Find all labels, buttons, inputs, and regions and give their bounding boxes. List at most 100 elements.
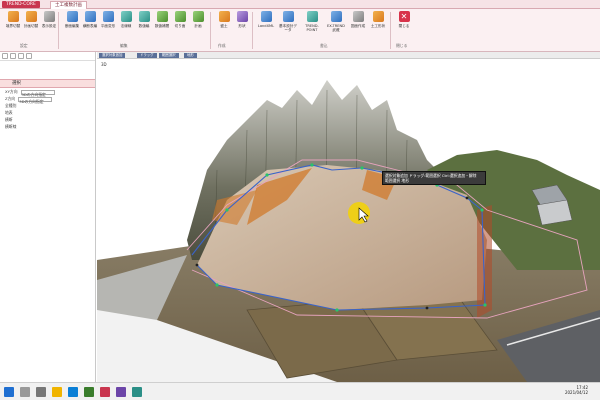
ribbon-toolbar: 境界切替 計画切替 表示設定 断面編集 横断表編 平面変形 法線線 数値編 数値補間 切り面 計画 盛… xyxy=(0,9,600,52)
ribbon-button-label: 表示設定 xyxy=(41,24,57,28)
design-data-icon xyxy=(282,11,294,22)
ribbon-button-label: 盛土 xyxy=(220,24,228,28)
panel-row[interactable]: XY方向 3Dの方向指定 xyxy=(0,88,95,97)
boundary-icon xyxy=(7,11,19,22)
panel-header: 選択 xyxy=(0,79,95,88)
lasso-tool-icon[interactable] xyxy=(18,53,24,59)
shape-button[interactable]: 形状 xyxy=(232,11,252,42)
earthwork-button[interactable]: 土工形状 xyxy=(368,11,388,42)
task-view-icon[interactable] xyxy=(36,387,46,397)
search-icon[interactable] xyxy=(20,387,30,397)
ribbon-button-label: 計画切替 xyxy=(23,24,39,28)
close-button[interactable]: ✕ 閉じる xyxy=(394,11,414,42)
ribbon-button-label: 閉じる xyxy=(398,24,410,28)
ribbon-button-label: 数値補間 xyxy=(154,24,170,28)
drawing-icon xyxy=(352,11,364,22)
display-settings-icon xyxy=(43,11,55,22)
windows-taskbar: 17:42 2021/04/12 xyxy=(0,382,600,400)
app-icon[interactable] xyxy=(84,387,94,397)
ribbon-button-label: 計画 xyxy=(194,24,202,28)
panel-row[interactable]: 横断 xyxy=(0,116,95,123)
view-mode-label: 3D xyxy=(101,62,107,67)
panel-row-select[interactable]: 3Dの方向指定 xyxy=(20,89,55,97)
numeric-edit-icon xyxy=(138,11,150,22)
cut-surface-button[interactable]: 切り面 xyxy=(170,11,190,42)
interpolation-icon xyxy=(156,11,168,22)
tab-earthwork[interactable]: 土工複数計画 xyxy=(50,1,87,9)
ribbon-button-label: TREND-POINT xyxy=(305,24,319,32)
plan-button[interactable]: 計画 xyxy=(188,11,208,42)
ribbon-tab-strip: TREND-CORE 土工複数計画 xyxy=(0,0,600,9)
ribbon-separator xyxy=(58,12,59,49)
display-settings-button[interactable]: 表示設定 xyxy=(39,11,59,42)
normal-line-button[interactable]: 法線線 xyxy=(116,11,136,42)
ex-trend-button[interactable]: EX-TREND武蔵 xyxy=(326,11,346,42)
line-tool-icon[interactable] xyxy=(26,53,32,59)
pointer-tool-icon[interactable] xyxy=(2,53,8,59)
ribbon-separator xyxy=(252,12,253,49)
close-icon: ✕ xyxy=(398,11,410,22)
design-data-button[interactable]: 基本設計データ xyxy=(278,11,298,42)
ribbon-group-label: 編集 xyxy=(120,43,128,48)
panel-row-label: 全種別 xyxy=(5,103,17,108)
plan-icon xyxy=(192,11,204,22)
panel-rows: XY方向 3Dの方向指定 Z方向 3Dの方向指定 全種別 地表 横断 横断線 xyxy=(0,88,95,130)
panel-row-label: 横断 xyxy=(5,117,13,122)
ribbon-button-label: 法線線 xyxy=(120,24,132,28)
cross-tool-icon[interactable] xyxy=(10,53,16,59)
drawing-button[interactable]: 図面作成 xyxy=(348,11,368,42)
section-edit-button[interactable]: 断面編集 xyxy=(62,11,82,42)
tooltip-line: 範囲選択 地形 xyxy=(385,178,409,183)
earthwork-icon xyxy=(372,11,384,22)
ribbon-separator xyxy=(210,12,211,49)
ribbon-button-label: 切り面 xyxy=(174,24,186,28)
view-tab-strip: 選択対象追加 ドラッグ 範囲選択 地形 xyxy=(97,52,600,59)
view-tab-drag[interactable]: ドラッグ xyxy=(137,53,157,58)
ex-trend-icon xyxy=(330,11,342,22)
fill-button[interactable]: 盛土 xyxy=(214,11,234,42)
panel-row-label: 横断線 xyxy=(5,124,17,129)
app-icon[interactable] xyxy=(132,387,142,397)
ribbon-button-label: 形状 xyxy=(238,24,246,28)
system-clock[interactable]: 17:42 2021/04/12 xyxy=(565,385,588,395)
plan-switch-icon xyxy=(25,11,37,22)
ribbon-button-label: EX-TREND武蔵 xyxy=(327,24,345,32)
browser-icon[interactable] xyxy=(68,387,78,397)
hint-tooltip: 選択対象追加 ドラッグ:範囲選択 Ctrl:選択追加・解除 範囲選択 地形 xyxy=(382,171,486,185)
trend-core-taskbar-icon[interactable] xyxy=(100,387,110,397)
view-tab-terrain[interactable]: 地形 xyxy=(184,53,197,58)
ribbon-button-label: LandXML xyxy=(257,24,275,28)
panel-row[interactable]: 地表 xyxy=(0,109,95,116)
view-tab-add[interactable]: 選択対象追加 xyxy=(99,53,126,58)
panel-row[interactable]: 横断線 xyxy=(0,123,95,130)
start-icon[interactable] xyxy=(4,387,14,397)
panel-row[interactable]: 全種別 xyxy=(0,102,95,109)
ribbon-button-label: 平面変形 xyxy=(100,24,116,28)
file-explorer-icon[interactable] xyxy=(52,387,62,397)
shape-icon xyxy=(236,11,248,22)
boundary-button[interactable]: 境界切替 xyxy=(3,11,23,42)
plane-deform-button[interactable]: 平面変形 xyxy=(98,11,118,42)
panel-row[interactable]: Z方向 3Dの方向指定 xyxy=(0,95,95,104)
landxml-icon xyxy=(260,11,272,22)
ribbon-separator xyxy=(390,12,391,49)
panel-row-label: 地表 xyxy=(5,110,13,115)
section-edit-icon xyxy=(66,11,78,22)
ribbon-button-label: 土工形状 xyxy=(370,24,386,28)
plan-switch-button[interactable]: 計画切替 xyxy=(21,11,41,42)
interpolation-button[interactable]: 数値補間 xyxy=(152,11,172,42)
app-menu-tab[interactable]: TREND-CORE xyxy=(2,1,40,8)
panel-row-select[interactable]: 3Dの方向指定 xyxy=(18,96,53,104)
landxml-button[interactable]: LandXML xyxy=(256,11,276,42)
fill-icon xyxy=(218,11,230,22)
cross-section-button[interactable]: 横断表編 xyxy=(80,11,100,42)
3d-viewport[interactable] xyxy=(97,60,600,382)
app-icon[interactable] xyxy=(116,387,126,397)
panel-row-label: XY方向 xyxy=(5,89,18,94)
panel-row-label: Z方向 xyxy=(5,96,16,101)
ribbon-group-label: 設定 xyxy=(20,43,28,48)
numeric-edit-button[interactable]: 数値編 xyxy=(134,11,154,42)
view-tab-range[interactable]: 範囲選択 xyxy=(159,53,179,58)
trend-point-button[interactable]: TREND-POINT xyxy=(302,11,322,42)
terrain-scene xyxy=(97,80,600,382)
